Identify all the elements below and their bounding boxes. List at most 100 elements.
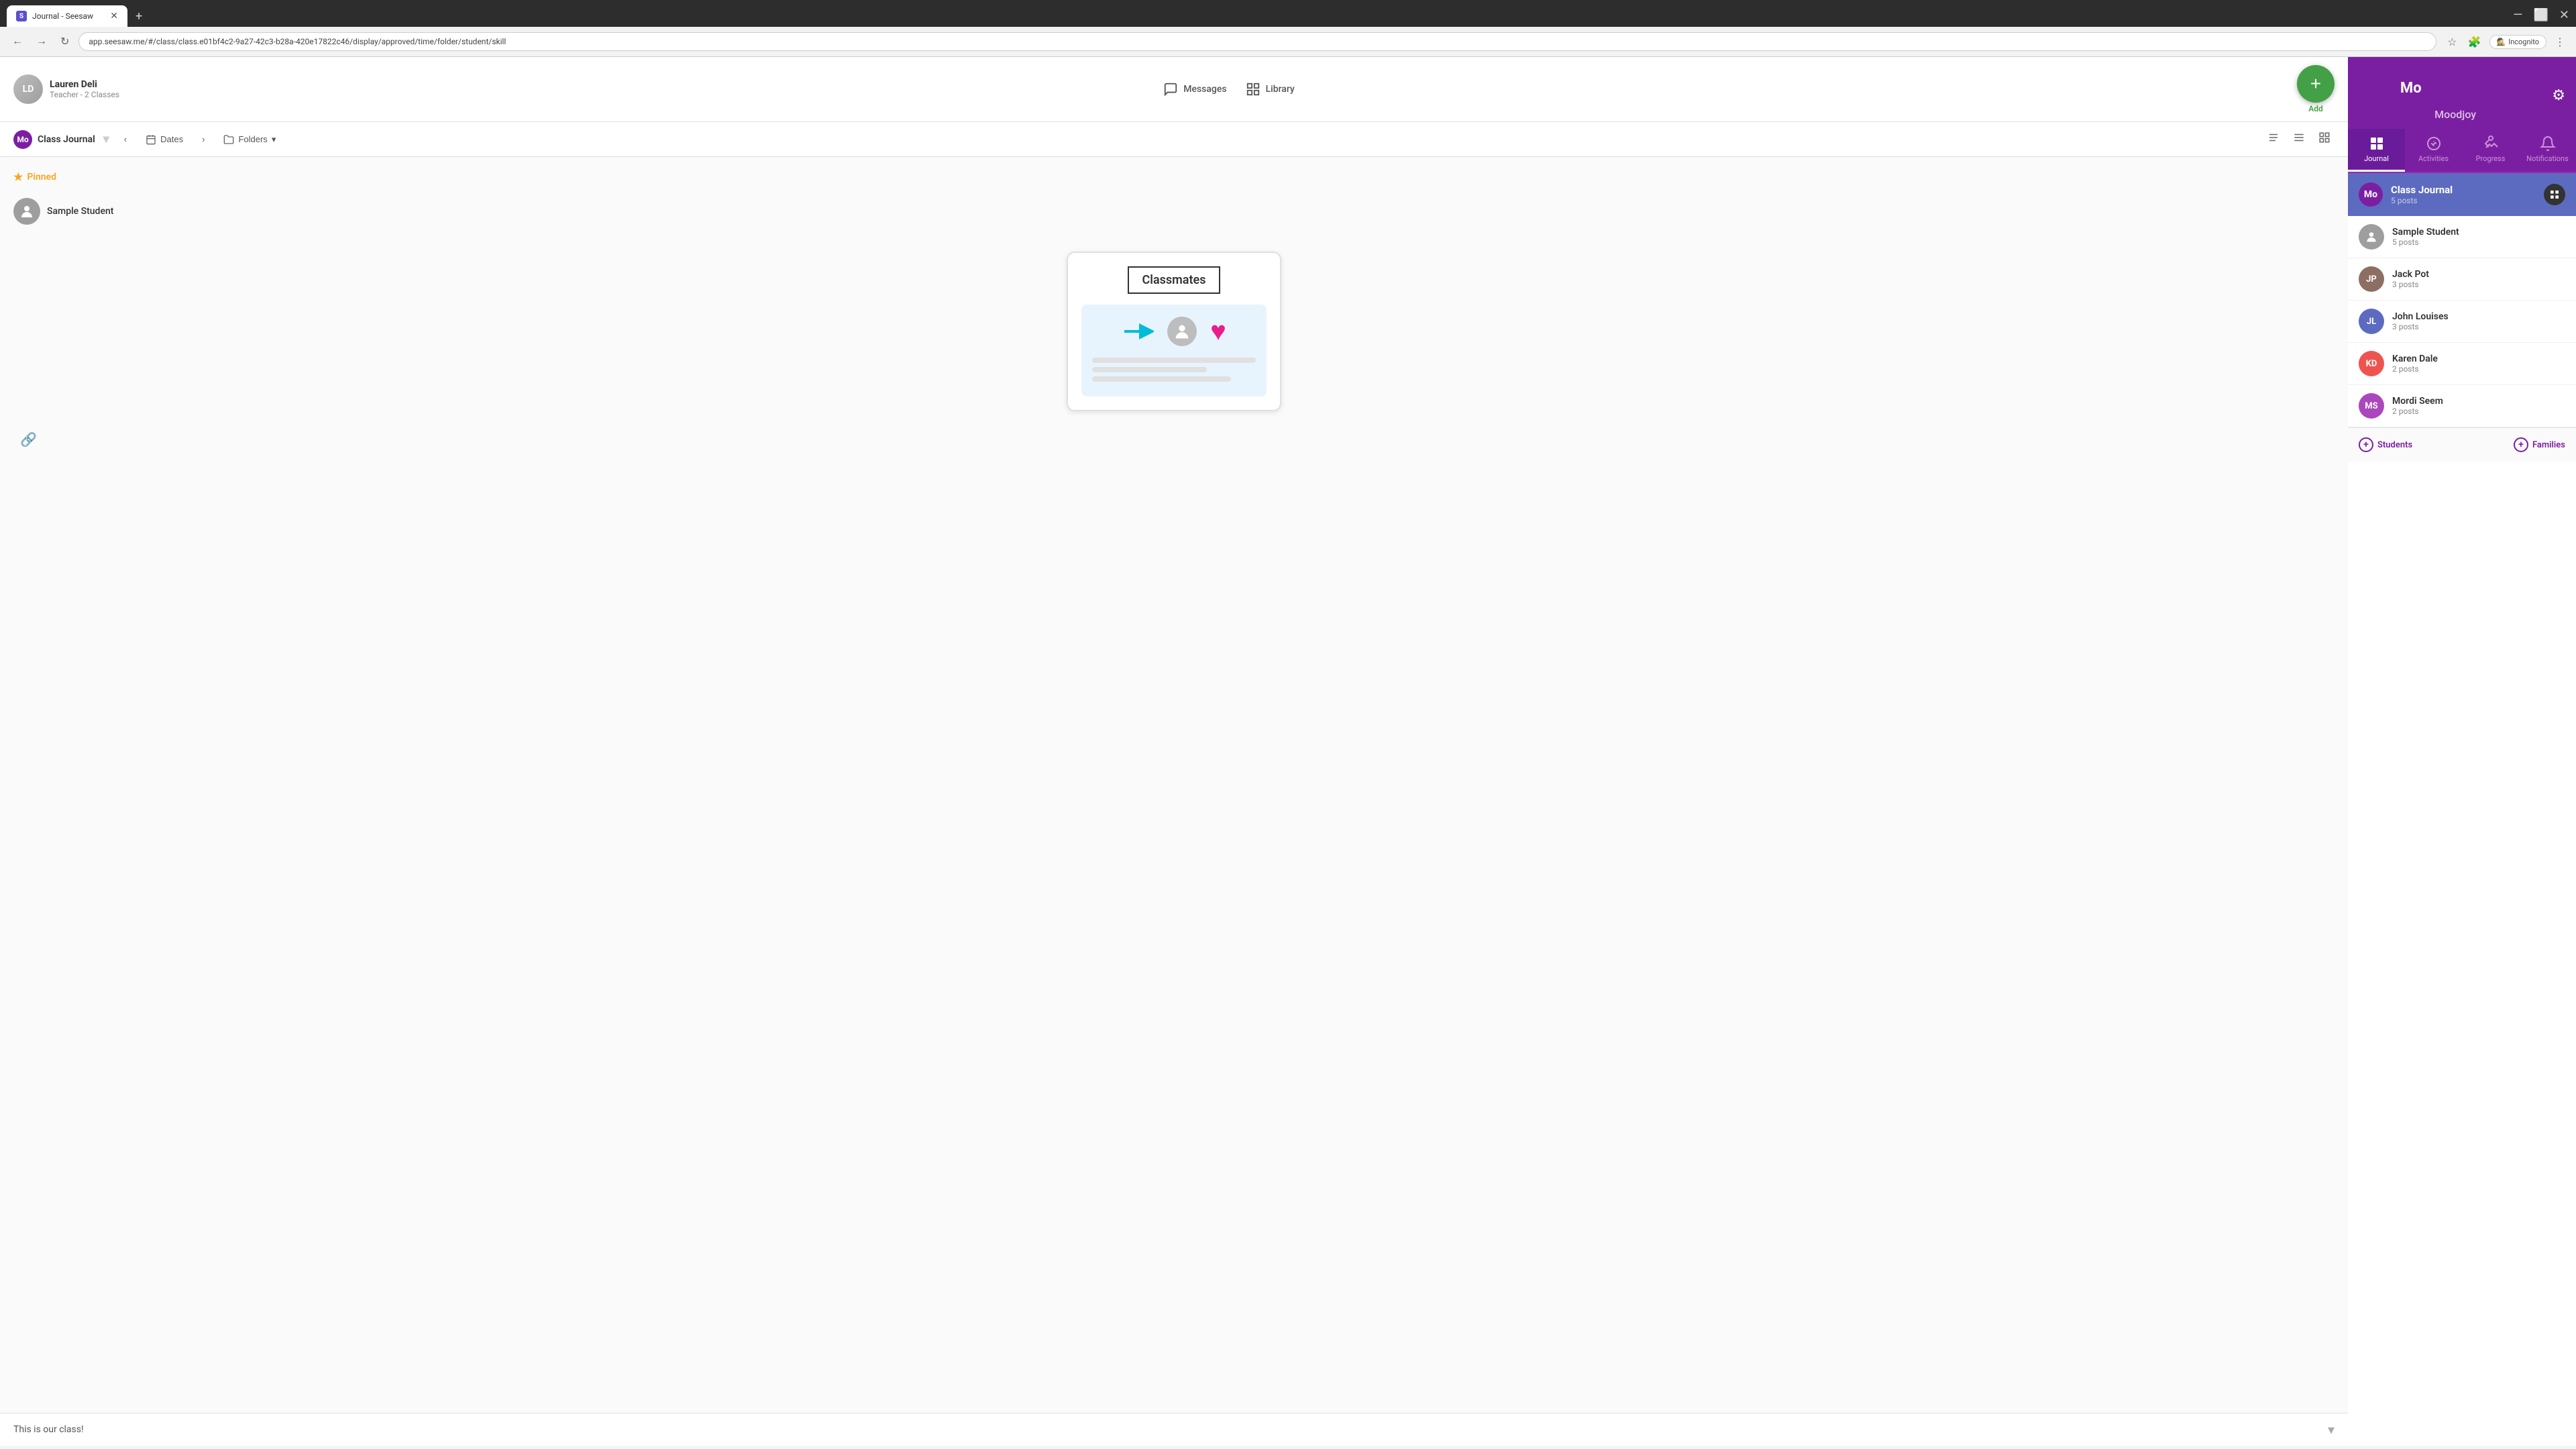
star-icon[interactable]: ☆ xyxy=(2445,33,2459,51)
extensions-icon[interactable]: 🧩 xyxy=(2465,33,2484,51)
folders-label: Folders xyxy=(238,134,267,144)
card-line-1 xyxy=(1092,358,1256,363)
tab-journal-label: Journal xyxy=(2364,154,2389,163)
sample-student-item[interactable]: Sample Student xyxy=(13,191,2334,231)
library-nav[interactable]: Library xyxy=(1246,82,1295,97)
card-arrow xyxy=(1122,321,1154,342)
minimize-button[interactable]: — xyxy=(2513,8,2522,22)
back-button[interactable]: ← xyxy=(8,33,27,50)
incognito-label: Incognito xyxy=(2508,38,2539,46)
arrow-icon xyxy=(1122,321,1154,342)
student-avatar-ss xyxy=(2359,224,2384,250)
tab-bar: S Journal - Seesaw ✕ + — ⬜ ✕ xyxy=(0,0,2576,27)
class-journal-header[interactable]: Mo Class Journal 5 posts xyxy=(2348,173,2576,216)
incognito-icon: 🕵 xyxy=(2497,38,2506,46)
student-posts-ss: 5 posts xyxy=(2392,237,2459,247)
sample-student-avatar xyxy=(13,198,40,225)
list-item[interactable]: MS Mordi Seem 2 posts xyxy=(2348,385,2576,427)
tab-journal[interactable]: Journal xyxy=(2348,129,2405,172)
browser-tab-journal[interactable]: S Journal - Seesaw ✕ xyxy=(7,5,127,27)
class-journal-action-icon[interactable] xyxy=(2544,184,2565,205)
tab-progress[interactable]: Progress xyxy=(2462,129,2519,172)
messages-nav[interactable]: Messages xyxy=(1163,82,1226,97)
link-icon: 🔗 xyxy=(20,431,37,447)
classmates-card: Classmates xyxy=(1067,252,1281,411)
add-students-button[interactable]: + Students xyxy=(2359,437,2412,452)
class-journal-posts: 5 posts xyxy=(2391,196,2453,205)
moodjoy-label: Moodjoy xyxy=(2359,108,2552,121)
student-name-ms: Mordi Seem xyxy=(2392,396,2443,407)
rp-bottom: + Students + Families xyxy=(2348,427,2576,462)
pinned-text: Pinned xyxy=(27,172,56,182)
refresh-button[interactable]: ↻ xyxy=(56,32,73,51)
bottom-text: This is our class! xyxy=(13,1424,84,1435)
nav-items: Messages Library xyxy=(174,82,2284,97)
list-item[interactable]: JL John Louises 3 posts xyxy=(2348,301,2576,343)
student-info-jl: John Louises 3 posts xyxy=(2392,311,2449,331)
right-panel-content: Mo Class Journal 5 posts xyxy=(2348,173,2576,1446)
student-avatar-ms: MS xyxy=(2359,393,2384,419)
add-button-wrap: + Add xyxy=(2297,65,2334,113)
tab-activities-label: Activities xyxy=(2418,154,2449,163)
list-item[interactable]: KD Karen Dale 2 posts xyxy=(2348,343,2576,385)
maximize-button[interactable]: ⬜ xyxy=(2533,8,2548,22)
tab-progress-label: Progress xyxy=(2476,154,2506,163)
grid-view-icon[interactable] xyxy=(2314,129,2334,150)
settings-icon[interactable]: ⚙ xyxy=(2552,87,2565,104)
dropdown-arrow: ▾ xyxy=(103,132,109,146)
user-role: Teacher - 2 Classes xyxy=(50,90,119,99)
close-button[interactable]: ✕ xyxy=(2559,8,2569,22)
student-info-kd: Karen Dale 2 posts xyxy=(2392,354,2438,374)
expand-icon[interactable]: ▾ xyxy=(2328,1421,2334,1438)
tab-notifications[interactable]: Notifications xyxy=(2519,129,2576,172)
card-line-3 xyxy=(1092,376,1231,382)
tab-activities[interactable]: Activities xyxy=(2405,129,2462,172)
class-selector[interactable]: Mo Class Journal ▾ xyxy=(13,130,112,149)
list-item[interactable]: Sample Student 5 posts xyxy=(2348,216,2576,258)
student-posts-ms: 2 posts xyxy=(2392,407,2443,416)
calendar-icon xyxy=(146,134,156,145)
main-area: LD Lauren Deli Teacher - 2 Classes Messa… xyxy=(0,57,2348,1446)
filter-icon[interactable] xyxy=(2263,129,2284,150)
student-name-ss: Sample Student xyxy=(2392,227,2459,237)
dates-button[interactable]: Dates xyxy=(139,130,190,149)
new-tab-button[interactable]: + xyxy=(130,7,148,26)
progress-tab-icon xyxy=(2483,136,2499,152)
library-icon xyxy=(1246,82,1260,97)
list-item[interactable]: JP Jack Pot 3 posts xyxy=(2348,258,2576,301)
folders-button[interactable]: Folders ▾ xyxy=(217,130,282,149)
students-plus-icon: + xyxy=(2359,437,2373,452)
toolbar-icons: ☆ 🧩 xyxy=(2445,33,2483,51)
content-area: Pinned Sample Student Classmate xyxy=(0,157,2348,1413)
person-silhouette xyxy=(1167,317,1197,346)
student-avatar-jp: JP xyxy=(2359,266,2384,292)
student-list: Sample Student 5 posts JP Jack Pot 3 pos… xyxy=(2348,216,2576,427)
pinned-label: Pinned xyxy=(13,170,2334,183)
silhouette-icon xyxy=(1173,322,1191,341)
toolbar-end xyxy=(2263,129,2334,150)
dates-nav-next[interactable]: › xyxy=(195,130,211,148)
add-families-button[interactable]: + Families xyxy=(2514,437,2565,452)
url-bar[interactable]: app.seesaw.me/#/class/class.e01bf4c2-9a2… xyxy=(78,32,2436,51)
card-lines xyxy=(1092,358,1256,386)
class-journal-name: Class Journal xyxy=(2391,184,2453,196)
add-button-label: Add xyxy=(2308,104,2323,113)
link-area: 🔗 xyxy=(13,431,2334,447)
activities-tab-icon xyxy=(2426,136,2442,152)
dates-nav-prev[interactable]: ‹ xyxy=(117,130,133,148)
families-label: Families xyxy=(2532,440,2565,450)
add-button[interactable]: + xyxy=(2297,65,2334,103)
card-container: Classmates xyxy=(13,252,2334,411)
person-icon xyxy=(19,203,35,219)
more-menu-icon[interactable]: ⋮ xyxy=(2552,33,2568,51)
card-title-area: Classmates xyxy=(1081,266,1267,294)
second-toolbar: Mo Class Journal ▾ ‹ Dates › Folders ▾ xyxy=(0,122,2348,157)
messages-label: Messages xyxy=(1183,84,1226,95)
list-view-icon[interactable] xyxy=(2289,129,2309,150)
card-title-box: Classmates xyxy=(1128,266,1221,294)
window-controls: — ⬜ ✕ xyxy=(2513,8,2569,25)
student-info-ss: Sample Student 5 posts xyxy=(2392,227,2459,247)
close-tab-icon[interactable]: ✕ xyxy=(110,11,118,21)
top-nav: LD Lauren Deli Teacher - 2 Classes Messa… xyxy=(0,57,2348,122)
forward-button[interactable]: → xyxy=(32,33,51,50)
